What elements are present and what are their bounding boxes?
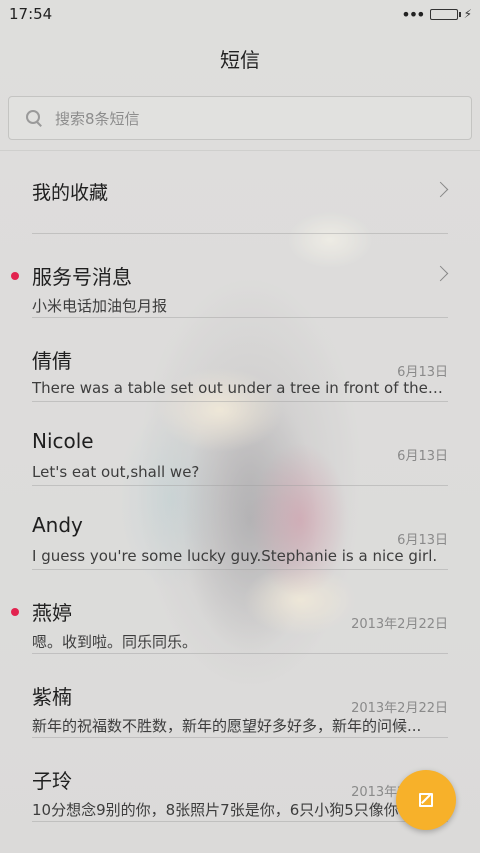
page-title: 短信 <box>220 47 260 72</box>
chevron-right-icon <box>432 265 449 282</box>
status-bar: 17:54 ••• ⚡ <box>0 0 480 28</box>
conversation-name: 子玲 <box>32 769 72 793</box>
conversation-preview: 新年的祝福数不胜数，新年的愿望好多好多，新年的问候... <box>32 717 422 735</box>
conversation-name: 倩倩 <box>32 349 72 373</box>
unread-dot <box>11 272 19 280</box>
conversation-preview: There was a table set out under a tree i… <box>32 379 446 397</box>
conversation-name: 我的收藏 <box>32 182 109 204</box>
charging-icon: ⚡ <box>463 7 472 21</box>
conversation-name: 服务号消息 <box>32 265 132 289</box>
conversation-name: Nicole <box>32 429 94 453</box>
compose-button[interactable] <box>396 770 456 830</box>
conversation-preview: 10分想念9别的你，8张照片7张是你，6只小狗5只像你... <box>32 801 414 819</box>
conversation-preview: 嗯。收到啦。同乐同乐。 <box>32 633 198 651</box>
search-icon <box>25 109 43 127</box>
unread-dot <box>11 608 19 616</box>
conversation-date: 6月13日 <box>397 365 448 380</box>
conversation-row[interactable]: 我的收藏 <box>32 150 449 234</box>
conversation-row[interactable]: 子玲10分想念9别的你，8张照片7张是你，6只小狗5只像你...2013年2月2… <box>32 738 448 822</box>
status-icons: ••• ⚡ <box>401 5 472 24</box>
conversation-preview: I guess you're some lucky guy.Stephanie … <box>32 547 438 565</box>
status-time: 17:54 <box>9 5 53 23</box>
conversation-row[interactable]: 紫楠新年的祝福数不胜数，新年的愿望好多好多，新年的问候... 2013年2月22日 <box>32 654 448 738</box>
battery-icon <box>429 8 461 20</box>
conversation-row[interactable]: Andy I guess you're some lucky guy.Stepha… <box>32 486 448 570</box>
conversation-date: 2013年2月22日 <box>351 617 448 632</box>
chevron-right-icon <box>432 181 449 198</box>
conversation-preview: 小米电话加油包月报 <box>32 297 168 315</box>
conversation-preview: Let's eat out,shall we? <box>32 463 200 481</box>
conversation-name: 紫楠 <box>32 685 72 709</box>
conversation-row[interactable]: Nicole Let's eat out,shall we? 6月13日 <box>32 402 448 486</box>
search-input[interactable]: 搜索8条短信 <box>8 96 472 140</box>
search-placeholder: 搜索8条短信 <box>55 109 140 128</box>
conversation-row[interactable]: 服务号消息小米电话加油包月报 <box>11 234 449 318</box>
compose-icon <box>419 793 433 807</box>
conversation-date: 6月13日 <box>397 533 448 548</box>
conversation-row[interactable]: 燕婷嗯。收到啦。同乐同乐。 2013年2月22日 <box>11 570 448 654</box>
conversation-row[interactable]: 倩倩 There was a table set out under a tree… <box>32 318 448 402</box>
title-bar: 短信 <box>0 28 480 88</box>
conversation-name: 燕婷 <box>32 601 72 625</box>
signal-icon: ••• <box>401 4 425 24</box>
conversation-name: Andy <box>32 513 83 537</box>
conversation-list: 我的收藏服务号消息小米电话加油包月报倩倩 There was a table se… <box>0 150 480 822</box>
conversation-date: 2013年2月22日 <box>351 701 448 716</box>
conversation-date: 6月13日 <box>397 449 448 464</box>
